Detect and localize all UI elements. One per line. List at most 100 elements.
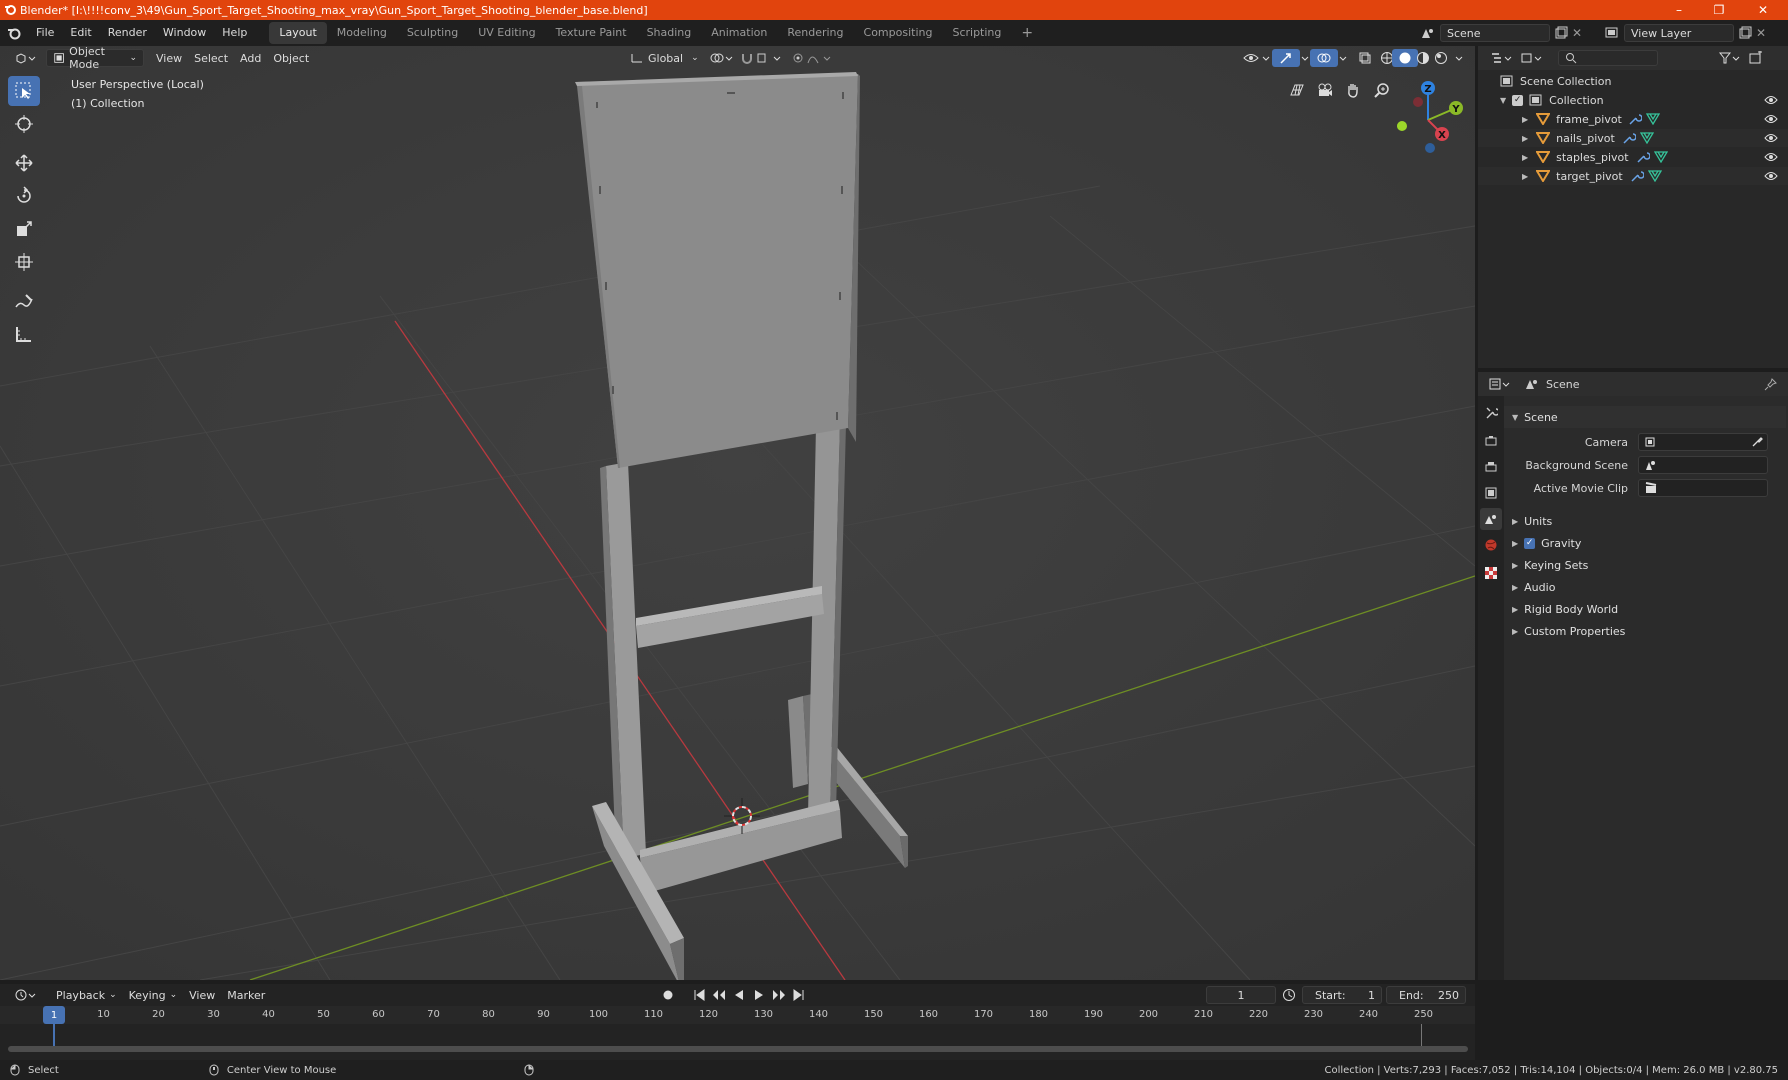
current-frame-indicator[interactable]: 1 [43, 1006, 65, 1024]
visibility-eye-icon[interactable] [1764, 133, 1778, 143]
tab-modeling[interactable]: Modeling [327, 22, 397, 44]
end-frame-field[interactable]: End: 250 [1386, 986, 1466, 1004]
panel-expand-icon[interactable]: ▶ [1512, 561, 1518, 570]
outliner-object-row[interactable]: ▶ frame_pivot [1478, 110, 1788, 128]
move-tool-icon[interactable] [8, 148, 40, 178]
tab-uv-editing[interactable]: UV Editing [468, 22, 545, 44]
editor-type-icon[interactable] [8, 49, 42, 67]
new-scene-icon[interactable] [1554, 26, 1568, 40]
modifier-wrench-icon[interactable] [1628, 113, 1643, 125]
close-button[interactable]: ✕ [1744, 0, 1782, 20]
play-reverse-icon[interactable] [732, 988, 746, 1002]
gravity-checkbox[interactable]: ✓ [1524, 537, 1536, 549]
texture-tab-icon[interactable] [1480, 562, 1502, 584]
panel-expand-icon[interactable]: ▶ [1512, 627, 1518, 636]
proportional-editing-icon[interactable] [786, 49, 842, 67]
mesh-data-icon[interactable] [1648, 170, 1663, 182]
modifier-wrench-icon[interactable] [1622, 132, 1637, 144]
scale-tool-icon[interactable] [8, 214, 40, 244]
navigation-gizmo[interactable]: Z Y X [1390, 76, 1470, 156]
output-tab-icon[interactable] [1480, 456, 1502, 478]
collection-checkbox[interactable]: ✓ [1512, 94, 1524, 106]
blender-menu-icon[interactable] [0, 26, 28, 40]
gravity-panel-header[interactable]: ▶ ✓ Gravity [1504, 532, 1786, 554]
frame-ruler[interactable]: 10 20 30 40 50 60 70 80 90 100 110 120 130 140 150 160 1… [0, 1006, 1475, 1060]
auto-keying-clock-icon[interactable] [1282, 988, 1296, 1002]
world-tab-icon[interactable] [1480, 534, 1502, 556]
display-mode-icon[interactable] [1520, 51, 1542, 65]
outliner-object-row[interactable]: ▶ target_pivot [1478, 167, 1788, 185]
menu-view[interactable]: View [150, 49, 188, 67]
outliner-object-row[interactable]: ▶ staples_pivot [1478, 148, 1788, 166]
collection-visibility-eye-icon[interactable] [1764, 95, 1778, 105]
collection-expand-icon[interactable]: ▼ [1500, 96, 1506, 105]
panel-expand-icon[interactable]: ▶ [1512, 583, 1518, 592]
record-icon[interactable] [660, 987, 676, 1003]
pin-icon[interactable] [1764, 377, 1778, 391]
outliner-object-row[interactable]: ▶ nails_pivot [1478, 129, 1788, 147]
outliner-search-input[interactable] [1558, 50, 1658, 66]
keying-sets-panel-header[interactable]: ▶ Keying Sets [1504, 554, 1786, 576]
new-collection-icon[interactable] [1748, 51, 1764, 65]
scene-panel-header[interactable]: ▼ Scene [1504, 406, 1786, 428]
menu-select[interactable]: Select [188, 49, 234, 67]
mesh-data-icon[interactable] [1640, 132, 1655, 144]
view-layer-selector[interactable]: View Layer [1624, 24, 1734, 42]
jump-keyframe-forward-icon[interactable] [772, 988, 786, 1002]
menu-render[interactable]: Render [100, 20, 155, 46]
menu-keying[interactable]: Keying ⌄ [123, 986, 184, 1004]
custom-properties-panel-header[interactable]: ▶ Custom Properties [1504, 620, 1786, 642]
visibility-eye-icon[interactable] [1764, 171, 1778, 181]
modifier-wrench-icon[interactable] [1636, 151, 1651, 163]
panel-collapse-icon[interactable]: ▼ [1512, 413, 1518, 422]
play-icon[interactable] [752, 988, 766, 1002]
tab-sculpting[interactable]: Sculpting [397, 22, 468, 44]
expand-arrow-icon[interactable]: ▶ [1522, 134, 1528, 143]
active-movie-clip-field[interactable] [1638, 479, 1768, 497]
tab-layout[interactable]: Layout [269, 22, 327, 44]
menu-timeline-view[interactable]: View [183, 986, 221, 1004]
view-layer-icon[interactable] [1604, 26, 1620, 40]
tool-tab-icon[interactable] [1480, 402, 1502, 424]
menu-object[interactable]: Object [267, 49, 315, 67]
visibility-eye-icon[interactable] [1764, 114, 1778, 124]
mesh-data-icon[interactable] [1646, 113, 1661, 125]
visibility-eye-icon[interactable] [1764, 152, 1778, 162]
camera-view-icon[interactable] [1313, 78, 1337, 102]
select-box-tool-icon[interactable] [8, 76, 40, 106]
cursor-tool-icon[interactable] [8, 109, 40, 139]
panel-expand-icon[interactable]: ▶ [1512, 517, 1518, 526]
panel-expand-icon[interactable]: ▶ [1512, 539, 1518, 548]
timeline-scrollbar[interactable] [8, 1046, 1468, 1052]
modifier-wrench-icon[interactable] [1630, 170, 1645, 182]
expand-arrow-icon[interactable]: ▶ [1522, 115, 1528, 124]
jump-start-icon[interactable] [692, 988, 706, 1002]
measure-tool-icon[interactable] [8, 319, 40, 349]
menu-add[interactable]: Add [234, 49, 267, 67]
menu-file[interactable]: File [28, 20, 62, 46]
rotate-tool-icon[interactable] [8, 181, 40, 211]
pan-view-hand-icon[interactable] [1341, 78, 1365, 102]
toggle-grid-view-icon[interactable] [1285, 78, 1309, 102]
restore-button[interactable]: ❐ [1700, 0, 1738, 20]
outliner-editor-type-icon[interactable] [1490, 51, 1512, 65]
annotate-tool-icon[interactable] [8, 286, 40, 316]
rigid-body-world-panel-header[interactable]: ▶ Rigid Body World [1504, 598, 1786, 620]
properties-editor-type-icon[interactable] [1488, 377, 1510, 391]
start-frame-field[interactable]: Start: 1 [1302, 986, 1382, 1004]
background-scene-field[interactable] [1638, 456, 1768, 474]
scene-collection-row[interactable]: Scene Collection [1478, 72, 1788, 90]
current-frame-field[interactable]: 1 [1206, 986, 1276, 1004]
menu-help[interactable]: Help [214, 20, 255, 46]
render-tab-icon[interactable] [1480, 430, 1502, 452]
tab-compositing[interactable]: Compositing [854, 22, 943, 44]
collection-row[interactable]: ▼ ✓ Collection [1478, 91, 1788, 109]
eyedropper-icon[interactable] [1751, 436, 1763, 448]
tab-scripting[interactable]: Scripting [942, 22, 1011, 44]
shading-dropdown-icon[interactable] [1448, 49, 1470, 67]
filter-icon[interactable] [1718, 51, 1740, 65]
panel-expand-icon[interactable]: ▶ [1512, 605, 1518, 614]
remove-view-layer-icon[interactable]: ✕ [1756, 26, 1766, 40]
menu-playback[interactable]: Playback ⌄ [50, 986, 123, 1004]
scene-icon[interactable] [1420, 26, 1436, 40]
